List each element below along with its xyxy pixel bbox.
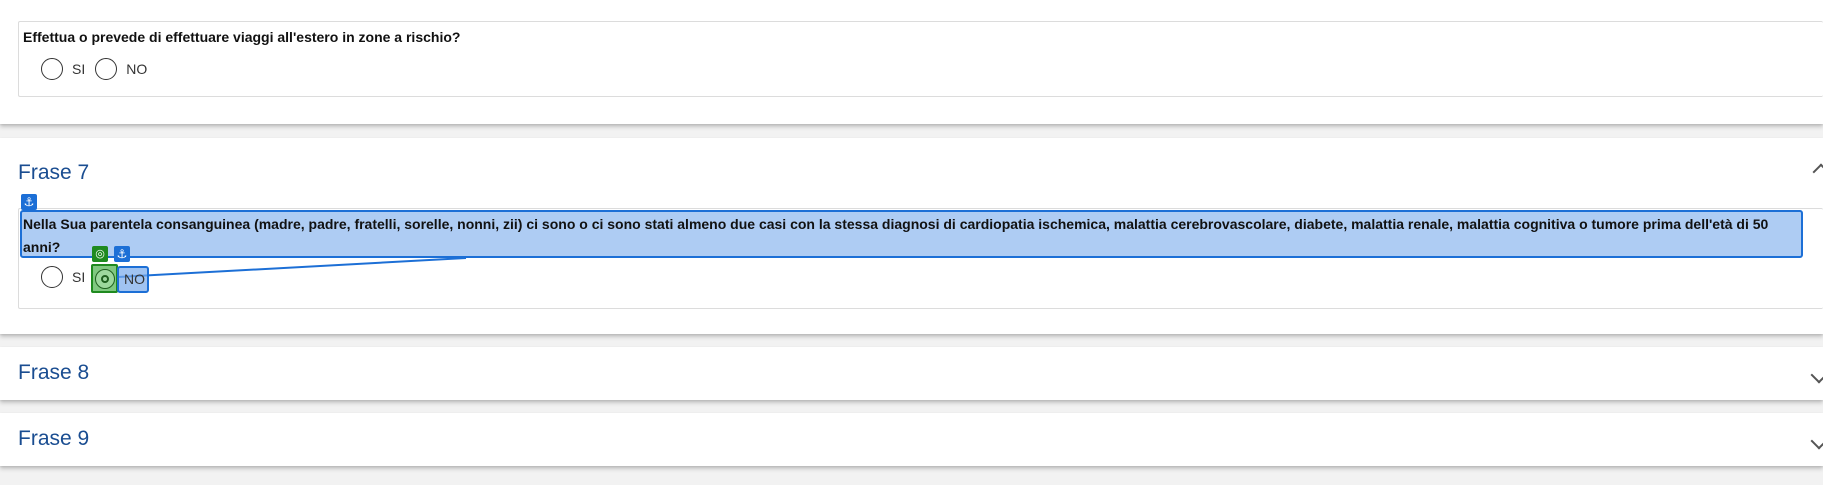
radio-no-frase-7-target[interactable] [91,264,118,293]
radio-si-frase-7[interactable] [41,266,63,288]
anchor-icon: ⚓ [114,246,130,262]
radio-no-frase-7[interactable] [94,268,115,289]
radio-group-frase-7: SI [41,265,95,289]
accordion-panel-frase-9[interactable]: Frase 9 [0,413,1823,466]
accordion-title-frase-7[interactable]: Frase 7 [18,161,89,185]
chevron-down-icon[interactable] [1810,366,1823,384]
radio-si-travel[interactable] [41,58,63,80]
question-box-travel: Effettua o prevede di effettuare viaggi … [18,21,1823,97]
radio-no-travel[interactable] [95,58,118,80]
highlighted-question-frase-7: Nella Sua parentela consanguinea (madre,… [20,210,1803,258]
question-panel-travel: Effettua o prevede di effettuare viaggi … [0,0,1823,124]
radio-label-si-travel: SI [72,61,86,77]
target-icon: ◎ [92,246,108,262]
target-dot-icon [100,274,109,283]
radio-label-no-frase-7: NO [117,266,149,293]
radio-label-no-travel: NO [126,61,148,77]
radio-group-travel: SI NO [41,57,157,81]
accordion-title-frase-9[interactable]: Frase 9 [18,427,89,451]
question-text-frase-7: Nella Sua parentela consanguinea (madre,… [23,216,1769,255]
chevron-up-icon[interactable] [1812,163,1823,181]
anchor-icon: ⚓ [21,194,37,210]
radio-label-si-frase-7: SI [72,269,86,285]
accordion-panel-frase-8[interactable]: Frase 8 [0,347,1823,400]
accordion-title-frase-8[interactable]: Frase 8 [18,361,89,385]
question-text-travel: Effettua o prevede di effettuare viaggi … [23,29,461,45]
chevron-down-icon[interactable] [1810,432,1823,450]
